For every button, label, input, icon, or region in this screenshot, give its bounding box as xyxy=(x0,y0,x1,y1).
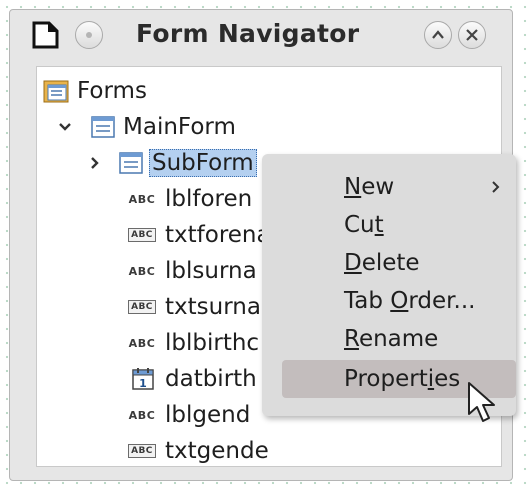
menu-item-delete[interactable]: Delete xyxy=(262,244,516,282)
form-icon xyxy=(119,152,143,174)
menu-item-label: New xyxy=(344,174,395,200)
chevron-right-icon[interactable] xyxy=(85,153,105,173)
tree-item-control[interactable]: 1 datbirth xyxy=(131,361,257,397)
label-field-icon: ABC xyxy=(128,336,156,350)
label-field-icon: ABC xyxy=(128,192,156,206)
mouse-pointer-icon xyxy=(468,382,495,422)
tree-item-control[interactable]: ABC txtsurna xyxy=(127,289,261,325)
tree-item-label: txtsurna xyxy=(165,294,261,320)
menu-item-tab-order[interactable]: Tab Order... xyxy=(262,282,516,320)
tree-item-label: MainForm xyxy=(123,114,236,140)
forms-folder-icon xyxy=(43,80,69,103)
menu-item-label: Properties xyxy=(344,366,461,392)
menu-item-cut[interactable]: Cut xyxy=(262,206,516,244)
menu-item-label: Delete xyxy=(344,250,420,276)
minimize-icon[interactable] xyxy=(75,21,103,49)
tree-item-control[interactable]: ABC lblgend xyxy=(127,397,251,433)
tree-item-control[interactable]: ABC lblforen xyxy=(127,181,253,217)
tree-item-control[interactable]: ABC lblbirthc xyxy=(127,325,259,361)
date-field-icon: 1 xyxy=(132,368,154,390)
text-box-icon-label: ABC xyxy=(128,300,156,314)
context-menu: New Cut Delete Tab Order... Rename Prope… xyxy=(262,154,516,416)
tree-item-control[interactable]: ABC txtforena xyxy=(127,217,271,253)
tree-item-label: datbirth xyxy=(165,366,257,392)
text-box-icon: ABC xyxy=(127,442,157,460)
tree-item-forms[interactable]: Forms xyxy=(43,73,147,109)
text-box-icon-label: ABC xyxy=(128,228,156,242)
tree-item-label: lblbirthc xyxy=(165,330,260,356)
menu-item-new[interactable]: New xyxy=(262,168,516,206)
tree-item-label: lblsurna xyxy=(165,258,257,284)
svg-text:1: 1 xyxy=(139,377,147,390)
menu-item-label: Rename xyxy=(344,326,439,352)
title-bar[interactable]: Form Navigator xyxy=(10,10,512,56)
label-field-icon: ABC xyxy=(128,408,156,422)
tree-item-subform[interactable]: SubForm xyxy=(85,145,257,181)
text-box-icon: ABC xyxy=(127,298,157,316)
window-title: Form Navigator xyxy=(136,19,360,48)
label-field-icon: ABC xyxy=(128,264,156,278)
tree-item-control[interactable]: ABC lblsurna xyxy=(127,253,257,289)
tree-item-mainform[interactable]: MainForm xyxy=(55,109,236,145)
tree-item-label: txtforena xyxy=(165,222,271,248)
tree-item-label: Forms xyxy=(77,78,147,104)
text-box-icon: ABC xyxy=(127,226,157,244)
close-icon[interactable] xyxy=(458,21,486,49)
tree-item-label: lblgend xyxy=(165,402,251,428)
tree-item-control[interactable]: ABC txtgende xyxy=(127,433,269,469)
menu-item-rename[interactable]: Rename xyxy=(262,320,516,358)
chevron-down-icon[interactable] xyxy=(55,117,75,137)
tree-item-label-selected: SubForm xyxy=(149,149,257,177)
menu-item-label: Cut xyxy=(344,212,384,238)
tree-item-label: lblforen xyxy=(165,186,253,212)
chevron-up-icon[interactable] xyxy=(424,21,452,49)
form-icon xyxy=(91,116,115,138)
menu-item-label: Tab Order... xyxy=(344,288,476,314)
tree-item-label: txtgende xyxy=(165,438,269,464)
chevron-right-icon xyxy=(492,181,500,193)
text-box-icon-label: ABC xyxy=(128,444,156,458)
navigator-icon[interactable] xyxy=(30,20,60,50)
